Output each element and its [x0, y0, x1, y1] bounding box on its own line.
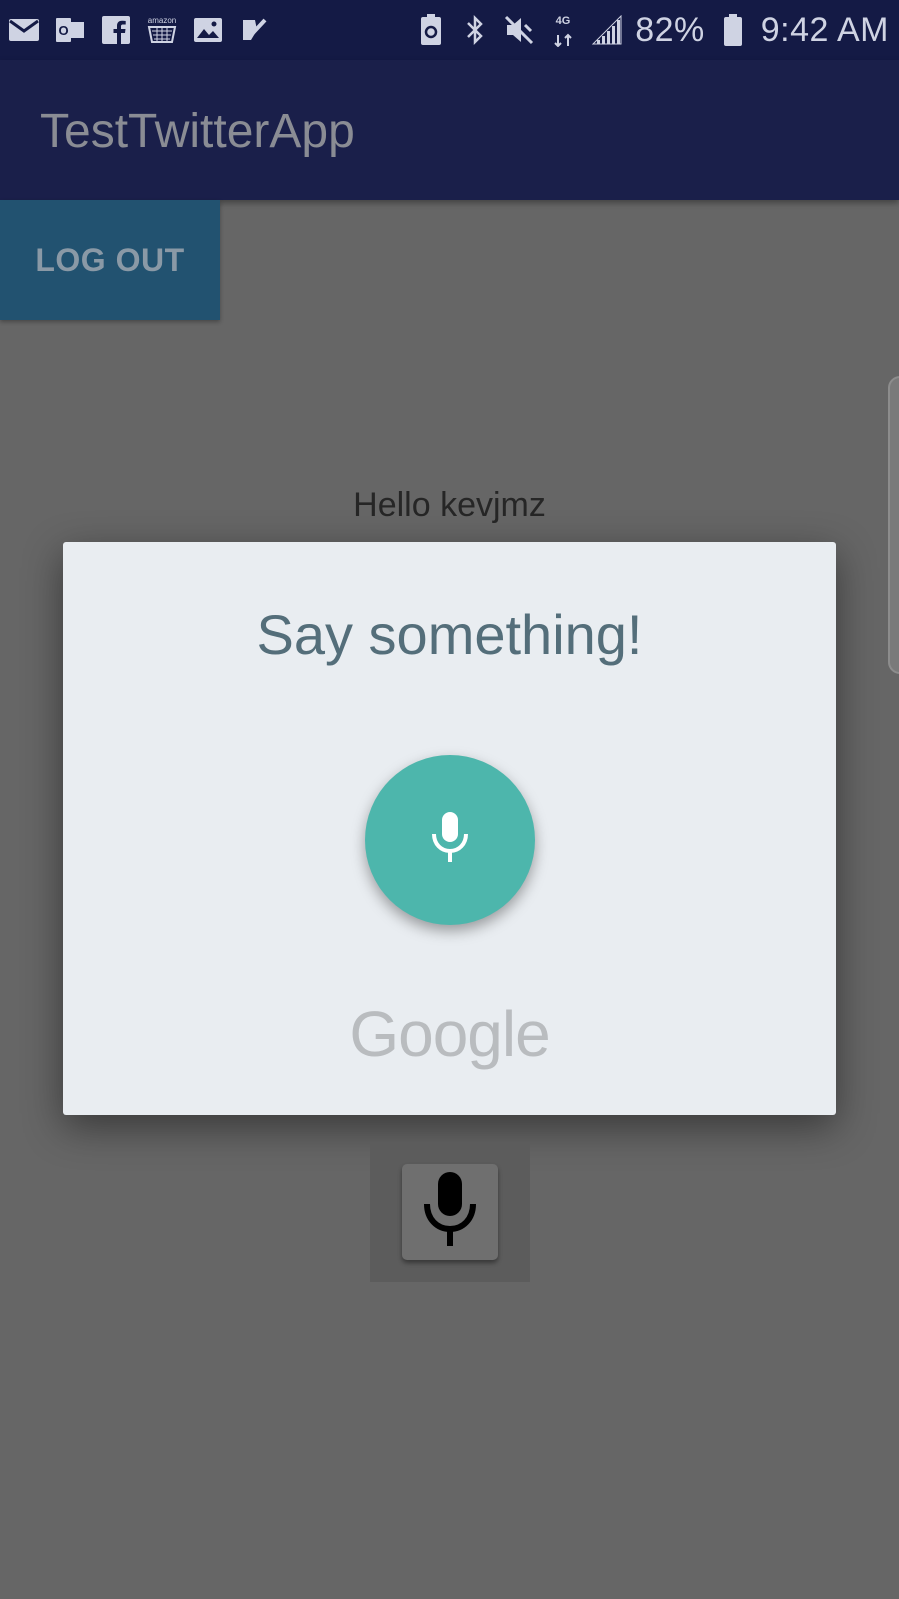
amazon-icon: amazon [146, 14, 178, 46]
battery-percent: 82% [635, 10, 705, 49]
status-bar: O amazon 4G 82% 9:42 AM [0, 0, 899, 60]
greeting-text: Hello kevjmz [353, 486, 546, 524]
mic-icon [430, 811, 470, 869]
mute-icon [503, 14, 535, 46]
clock: 9:42 AM [760, 10, 889, 49]
svg-text:amazon: amazon [148, 16, 176, 25]
system-indicators: 4G 82% 9:42 AM [415, 8, 889, 52]
battery-icon [717, 14, 749, 46]
voice-input-dialog: Say something! Google [63, 542, 836, 1115]
svg-text:4G: 4G [556, 15, 571, 27]
mail-icon [8, 14, 40, 46]
edge-panel-handle[interactable] [888, 376, 899, 674]
gallery-icon [192, 14, 224, 46]
signal-icon [591, 14, 623, 46]
dialog-title: Say something! [256, 603, 643, 666]
facebook-icon [100, 14, 132, 46]
mic-icon [422, 1171, 478, 1253]
app-bar: TestTwitterApp [0, 60, 899, 200]
notification-icons: O amazon [8, 14, 270, 46]
speech-input-button[interactable] [402, 1164, 498, 1260]
outlook-icon: O [54, 14, 86, 46]
google-logo: Google [349, 998, 550, 1070]
app-title: TestTwitterApp [40, 105, 355, 158]
voice-mic-button[interactable] [365, 755, 535, 925]
battery-saver-icon [415, 14, 447, 46]
tasks-icon [238, 14, 270, 46]
svg-text:O: O [58, 23, 68, 38]
4g-lte-icon: 4G [547, 14, 579, 47]
logout-button[interactable]: LOG OUT [0, 200, 220, 320]
bluetooth-icon [459, 14, 491, 46]
